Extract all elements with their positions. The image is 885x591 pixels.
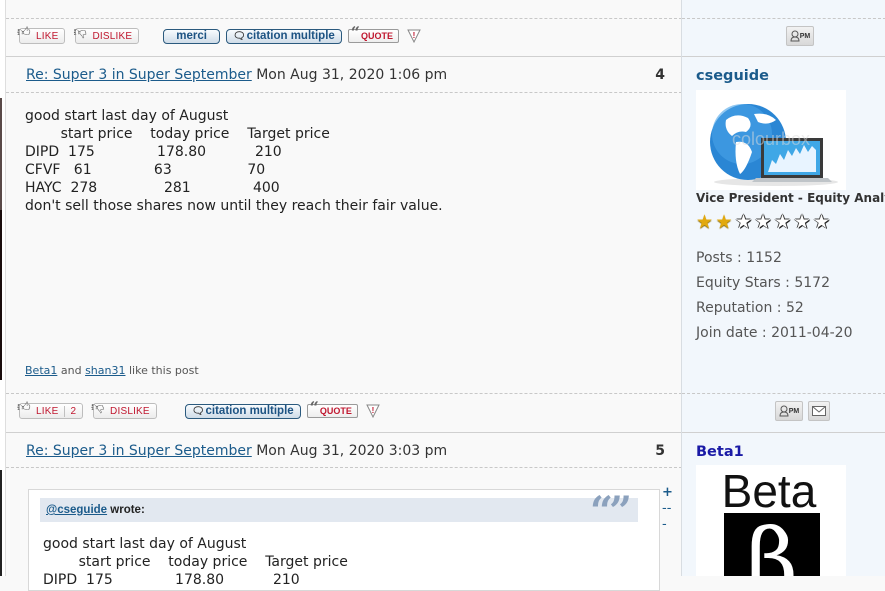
beta-logo-image: Beta β: [696, 465, 846, 576]
speech-bubble-icon: 🗨: [232, 30, 246, 42]
divider: [6, 92, 682, 93]
svg-text:β: β: [746, 510, 798, 576]
stat-join-date: Join date : 2011-04-20: [696, 325, 853, 341]
quote-content: good start last day of August start pric…: [43, 536, 348, 588]
merci-button[interactable]: merci: [163, 28, 220, 44]
star-filled-icon: ★: [696, 211, 714, 233]
svg-text:!: !: [372, 406, 375, 415]
stat-reputation: Reputation : 52: [696, 300, 804, 316]
like-count: 2: [64, 405, 76, 417]
divider: [682, 56, 885, 57]
post-date: Mon Aug 31, 2020 3:03 pm: [256, 443, 448, 459]
divider: [6, 467, 682, 468]
post-actions: 👍︎ LIKE 2 👎︎ DISLIKE 🗨 citation multiple…: [17, 399, 380, 422]
author-name[interactable]: cseguide: [696, 68, 769, 84]
star-empty-icon: ★: [813, 211, 831, 233]
post-title-link[interactable]: Re: Super 3 in Super September: [26, 67, 252, 83]
quoted-author-link[interactable]: @cseguide: [46, 504, 107, 516]
post-content: good start last day of August start pric…: [25, 108, 443, 214]
post-number: 4: [655, 67, 665, 83]
author-name[interactable]: Beta1: [696, 444, 744, 460]
liker-link[interactable]: shan31: [85, 364, 125, 377]
pm-button[interactable]: PM: [786, 26, 814, 46]
star-filled-icon: ★: [715, 211, 733, 233]
pm-button[interactable]: PM: [775, 401, 803, 421]
prev-post-actions: 👍︎ LIKE 👎︎ DISLIKE merci 🗨 citation mult…: [17, 24, 421, 47]
star-empty-icon: ★: [774, 211, 792, 233]
divider: [6, 18, 682, 19]
thumbs-down-icon: 👎︎: [73, 24, 87, 39]
divider: [682, 432, 885, 433]
like-button[interactable]: 👍︎ LIKE 2: [17, 399, 84, 419]
expand-button[interactable]: +: [662, 486, 673, 499]
globe-laptop-image: colourbox: [696, 90, 846, 190]
quote-mark-icon: “”: [589, 488, 632, 535]
stat-posts: Posts : 1152: [696, 250, 782, 266]
posts-column: 👍︎ LIKE 👎︎ DISLIKE merci 🗨 citation mult…: [5, 0, 682, 591]
post-header: Re: Super 3 in Super September Mon Aug 3…: [26, 67, 447, 87]
report-button[interactable]: !: [407, 29, 421, 43]
post-title-link[interactable]: Re: Super 3 in Super September: [26, 443, 252, 459]
star-empty-icon: ★: [793, 211, 811, 233]
quote-button[interactable]: “ QUOTE: [347, 25, 400, 43]
thumbs-up-icon: 👍︎: [17, 399, 31, 414]
warning-icon: !: [366, 404, 380, 418]
email-button[interactable]: [808, 401, 830, 421]
divider: [6, 432, 682, 433]
multiquote-button[interactable]: 🗨 citation multiple: [225, 28, 342, 44]
liker-link[interactable]: Beta1: [25, 364, 57, 377]
author-avatar: Beta β: [696, 465, 846, 576]
speech-bubble-icon: 🗨: [191, 405, 205, 417]
envelope-icon: [812, 406, 826, 416]
quote-button[interactable]: “ QUOTE: [306, 400, 358, 418]
post-date: Mon Aug 31, 2020 1:06 pm: [256, 67, 448, 83]
likers-line: Beta1 and shan31 like this post: [25, 364, 199, 377]
author-avatar: colourbox: [696, 90, 846, 190]
post-number: 5: [655, 443, 665, 459]
thumbs-down-icon: 👎︎: [91, 399, 105, 414]
dislike-button[interactable]: 👎︎ DISLIKE: [73, 24, 140, 44]
star-empty-icon: ★: [735, 211, 753, 233]
svg-text:colourbox: colourbox: [732, 129, 810, 149]
post-header: Re: Super 3 in Super September Mon Aug 3…: [26, 443, 447, 463]
divider: [682, 18, 885, 19]
dislike-button[interactable]: 👎︎ DISLIKE: [91, 399, 157, 419]
divider: [6, 393, 682, 394]
thumbs-up-icon: 👍︎: [17, 24, 31, 39]
report-button[interactable]: !: [366, 404, 380, 418]
divider: [682, 393, 885, 394]
star-empty-icon: ★: [754, 211, 772, 233]
svg-text:!: !: [413, 31, 416, 40]
collapse-button[interactable]: -: [662, 518, 667, 531]
quote-mark-icon: “: [309, 398, 319, 417]
user-icon: [779, 405, 789, 417]
user-icon: [790, 30, 800, 42]
stat-equity-stars: Equity Stars : 5172: [696, 275, 830, 291]
quote-header: @cseguide wrote: “”: [40, 492, 638, 532]
like-button[interactable]: 👍︎ LIKE: [17, 24, 66, 44]
multiquote-button[interactable]: 🗨 citation multiple: [184, 403, 301, 419]
author-rank: Vice President - Equity Analyst: [696, 191, 885, 205]
rating-stars: ★ ★ ★ ★ ★ ★ ★: [696, 212, 833, 232]
quote-mark-icon: “: [350, 23, 360, 42]
shrink-button[interactable]: --: [662, 502, 671, 515]
divider: [6, 56, 682, 57]
warning-icon: !: [407, 29, 421, 43]
author-column: PM cseguide colourbox Vice President - E…: [681, 0, 885, 576]
